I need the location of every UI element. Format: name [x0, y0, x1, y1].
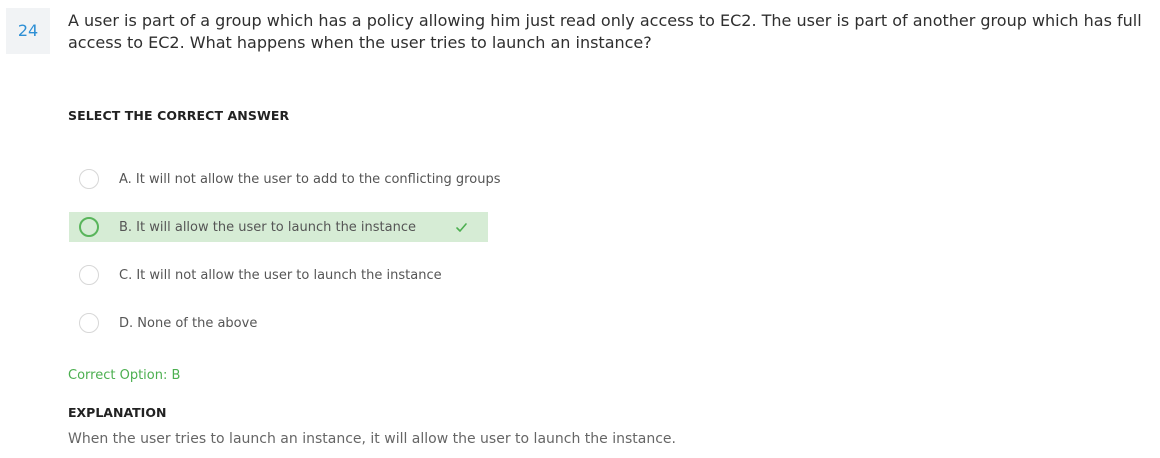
- answer-option-d-label: D. None of the above: [119, 316, 258, 331]
- radio-button-b[interactable]: [79, 217, 99, 237]
- correct-option-text: Correct Option: B: [68, 368, 181, 383]
- checkmark-icon: [456, 223, 467, 232]
- explanation-heading: EXPLANATION: [68, 405, 167, 420]
- radio-button-d[interactable]: [79, 313, 99, 333]
- answer-option-b-label: B. It will allow the user to launch the …: [119, 220, 417, 235]
- answer-option-b[interactable]: B. It will allow the user to launch the …: [69, 212, 488, 242]
- radio-button-a[interactable]: [79, 169, 99, 189]
- radio-button-c[interactable]: [79, 265, 99, 285]
- select-answer-heading: SELECT THE CORRECT ANSWER: [68, 108, 290, 123]
- explanation-text: When the user tries to launch an instanc…: [68, 431, 676, 447]
- answer-option-a-label: A. It will not allow the user to add to …: [119, 172, 501, 187]
- answer-option-c-label: C. It will not allow the user to launch …: [119, 268, 442, 283]
- question-text: A user is part of a group which has a po…: [68, 11, 1142, 52]
- question-number-badge: 24: [6, 8, 50, 54]
